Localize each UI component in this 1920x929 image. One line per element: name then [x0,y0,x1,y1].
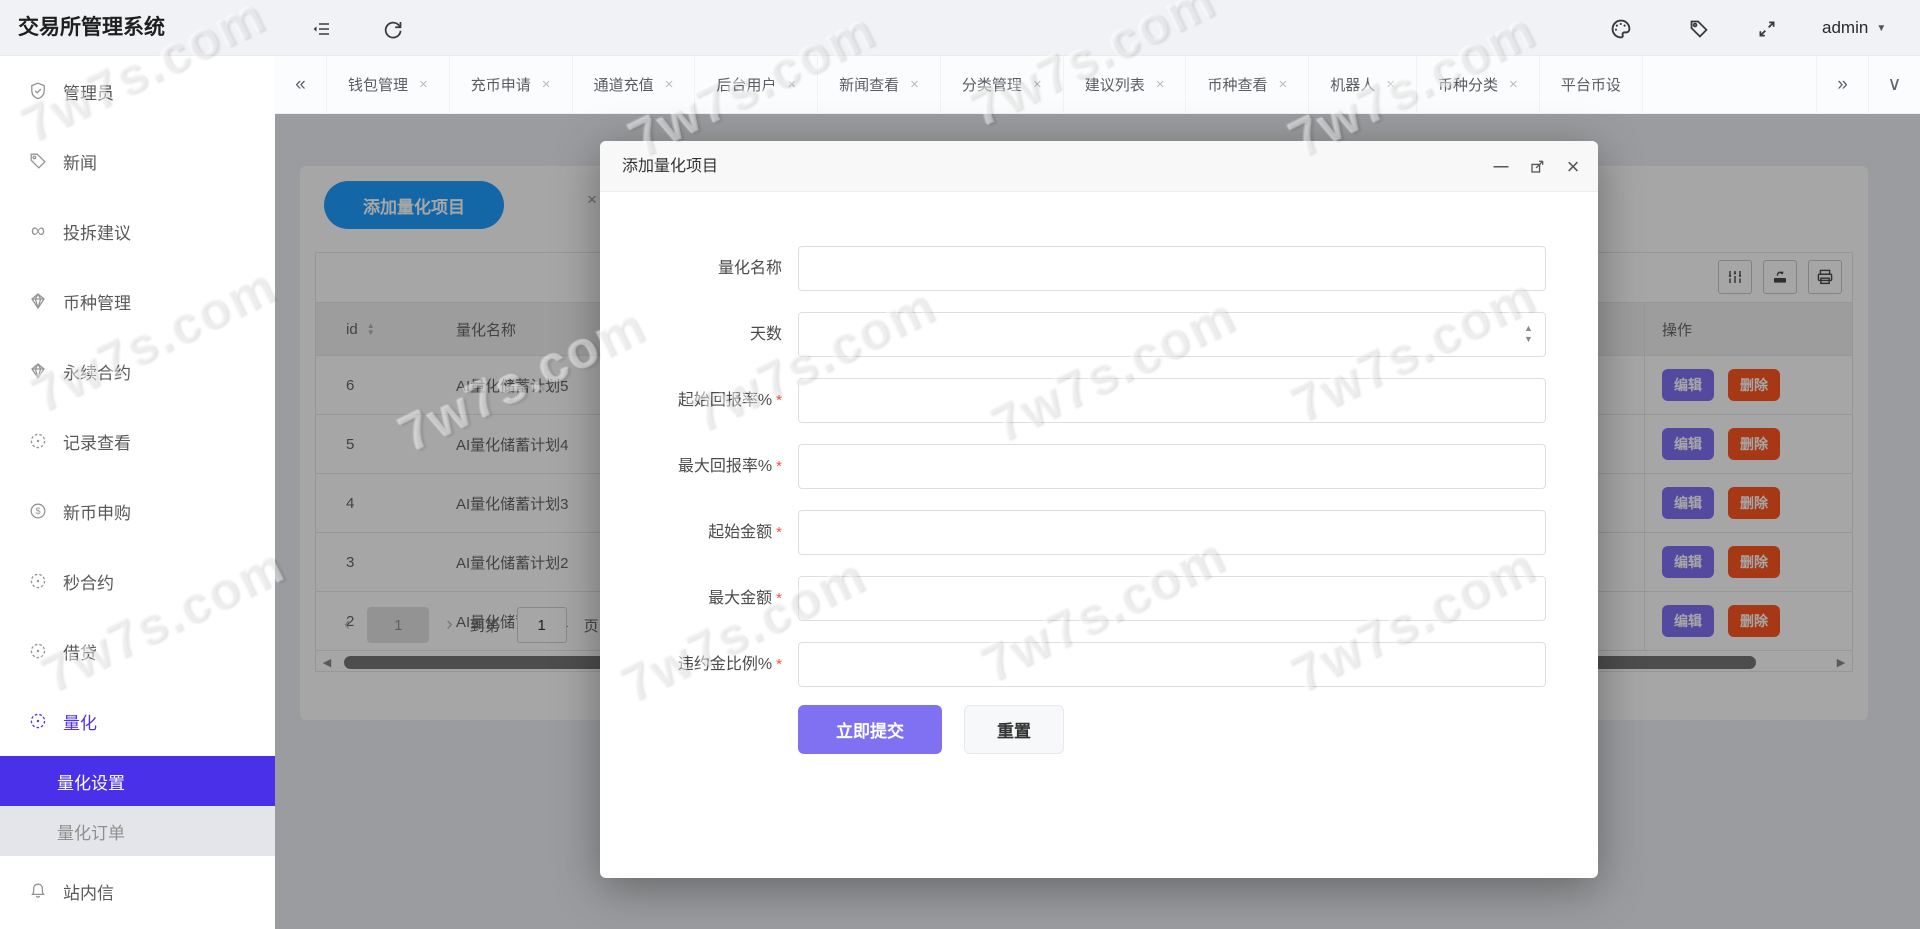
spin-down-icon: ▼ [1524,334,1533,345]
tab-bar: « 钱包管理× 充币申请× 通道充值× 后台用户× 新闻查看× 分类管理× 建议… [275,56,1920,114]
sidebar-item-new-coin[interactable]: $ 新币申购 [0,476,275,546]
tab-coin-view[interactable]: 币种查看× [1186,56,1309,113]
sidebar-item-site-mail[interactable]: 站内信 [0,856,275,926]
tabs-scroll-right-icon[interactable]: » [1816,56,1868,113]
collapse-sidebar-icon[interactable] [308,16,334,42]
tab-suggestion-list[interactable]: 建议列表× [1064,56,1187,113]
sidebar-item-news[interactable]: 新闻 [0,126,275,196]
sidebar-nav: 管理员 新闻 ∞ 投拆建议 币种管理 永续合约 记录查看 $ 新币申购 秒合约 [0,56,275,929]
gem-icon [28,291,48,311]
tabs-scroll-left-icon[interactable]: « [275,56,327,113]
penalty-ratio-input[interactable] [798,642,1546,687]
close-tab-icon[interactable]: × [1156,76,1165,93]
timer-icon [28,571,48,591]
reset-button[interactable]: 重置 [964,705,1064,754]
refresh-icon[interactable] [380,16,406,42]
close-icon[interactable]: × [1560,141,1586,192]
close-tab-icon[interactable]: × [1033,76,1042,93]
submit-button[interactable]: 立即提交 [798,705,942,754]
exchange-admin-app: 交易所管理系统 admin ▼ 管理员 新闻 [0,0,1920,929]
infinity-icon: ∞ [28,221,48,241]
close-tab-icon[interactable]: × [787,76,796,93]
sidebar-subitem-quant-settings[interactable]: 量化设置 [0,756,275,806]
close-tab-icon[interactable]: × [1278,76,1287,93]
spin-up-icon: ▲ [1524,323,1533,334]
required-asterisk: * [776,656,782,673]
close-tab-icon[interactable]: × [542,76,551,93]
close-tab-icon[interactable]: × [665,76,674,93]
tabs-menu-chevron-down-icon[interactable]: ∨ [1868,56,1920,113]
gem-icon [28,361,48,381]
required-asterisk: * [776,590,782,607]
timer-icon [28,711,48,731]
svg-text:$: $ [35,506,40,516]
sidebar-item-perpetual[interactable]: 永续合约 [0,336,275,406]
shield-check-icon [28,81,48,101]
close-tab-icon[interactable]: × [1386,76,1395,93]
tab-channel-recharge[interactable]: 通道充值× [573,56,696,113]
days-number-input[interactable] [798,312,1546,357]
modal-title: 添加量化项目 [622,141,718,192]
maximize-icon[interactable] [1524,141,1550,192]
close-tab-icon[interactable]: × [910,76,919,93]
sidebar-item-suggestions[interactable]: ∞ 投拆建议 [0,196,275,266]
quant-name-input[interactable] [798,246,1546,291]
max-amount-input[interactable] [798,576,1546,621]
top-header: 交易所管理系统 admin ▼ [0,0,1920,56]
tab-deposit-request[interactable]: 充币申请× [450,56,573,113]
tab-backend-users[interactable]: 后台用户× [695,56,818,113]
sidebar-subitem-quant-orders[interactable]: 量化订单 [0,806,275,856]
sidebar-item-records[interactable]: 记录查看 [0,406,275,476]
fullscreen-icon[interactable] [1754,16,1780,42]
required-asterisk: * [776,458,782,475]
sidebar-item-coin-management[interactable]: 币种管理 [0,266,275,336]
close-tab-icon[interactable]: × [1509,76,1518,93]
bell-icon [28,881,48,901]
sidebar-item-admin[interactable]: 管理员 [0,56,275,126]
tab-category-management[interactable]: 分类管理× [941,56,1064,113]
timer-icon [28,431,48,451]
timer-icon [28,641,48,661]
start-amount-input[interactable] [798,510,1546,555]
tab-platform-coin[interactable]: 平台币设 [1540,56,1643,113]
close-tab-icon[interactable]: × [419,76,428,93]
user-dropdown-caret-icon: ▼ [1876,23,1886,34]
required-asterisk: * [776,392,782,409]
start-return-input[interactable] [798,378,1546,423]
dollar-circle-icon: $ [28,501,48,521]
tag-icon [28,151,48,171]
number-spinner[interactable]: ▲▼ [1524,323,1533,345]
app-title: 交易所管理系统 [18,0,165,56]
theme-palette-icon[interactable] [1608,16,1634,42]
user-menu[interactable]: admin ▼ [1822,0,1886,56]
tab-news-view[interactable]: 新闻查看× [818,56,941,113]
modal-titlebar: 添加量化项目 — × [600,141,1598,192]
max-return-input[interactable] [798,444,1546,489]
tab-robot[interactable]: 机器人× [1309,56,1417,113]
tag-icon[interactable] [1686,16,1712,42]
required-asterisk: * [776,524,782,541]
sidebar-item-lending[interactable]: 借贷 [0,616,275,686]
add-quant-project-modal: 添加量化项目 — × 量化名称 天数 ▲▼ 起始回报率%* 最大回报率%* [600,141,1598,878]
username-label: admin [1822,18,1868,38]
sidebar-item-quant[interactable]: 量化 [0,686,275,756]
minimize-icon[interactable]: — [1488,141,1514,192]
tab-coin-category[interactable]: 币种分类× [1417,56,1540,113]
open-tabs: 钱包管理× 充币申请× 通道充值× 后台用户× 新闻查看× 分类管理× 建议列表… [327,56,1816,113]
sidebar-item-second-contract[interactable]: 秒合约 [0,546,275,616]
tab-wallet[interactable]: 钱包管理× [327,56,450,113]
